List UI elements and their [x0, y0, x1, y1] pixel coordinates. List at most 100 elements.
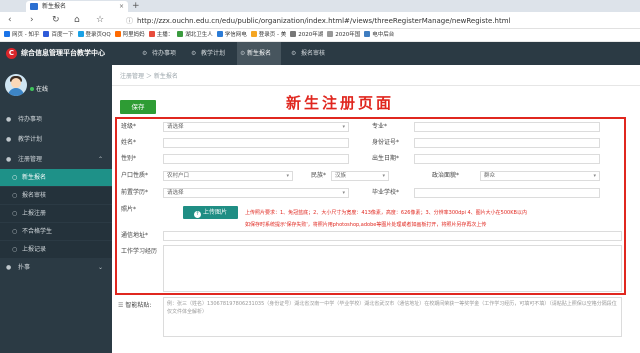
bookmark-item[interactable]: 网页 - 知乎 — [4, 29, 39, 41]
id-number-field[interactable] — [414, 138, 600, 148]
reload-icon[interactable]: ↻ — [52, 15, 60, 26]
sidebar-item-misc[interactable]: ● 扑事 ⌄ — [0, 259, 112, 276]
close-tab-icon[interactable]: × — [119, 1, 124, 12]
upload-image-button[interactable]: ↑ 上传图片 — [183, 206, 238, 219]
hukou-label: 户口性质* — [121, 172, 149, 179]
sidebar-item-submit-registration[interactable]: ○ 上报注册 — [0, 205, 112, 222]
major-field[interactable] — [414, 122, 600, 132]
circle-icon: ○ — [12, 192, 18, 199]
nav-tab-teaching-plan[interactable]: ⚙ 教学计划 — [191, 42, 225, 65]
photo-save-tip: 如保存时系统提示'保存失败'，将照片用photoshop,adobe等图片处理或… — [245, 222, 487, 228]
chevron-down-icon: ▾ — [382, 173, 385, 179]
avatar[interactable] — [5, 74, 27, 96]
nav-tab-label: 待办事项 — [152, 50, 177, 57]
bookmark-item[interactable]: 登录页 - 美 — [250, 29, 286, 41]
gear-icon: ⚙ — [142, 50, 148, 57]
page-annotation: 新生注册页面 — [286, 94, 395, 112]
birth-date-label: 出生日期* — [372, 155, 400, 162]
bookmark-item[interactable]: 2020年国 — [327, 29, 360, 41]
ethnic-label: 民族* — [311, 172, 327, 179]
sidebar-item-unqualified[interactable]: ○ 不合格学生 — [0, 223, 112, 240]
sidebar-item-submit-records[interactable]: ○ 上报记录 — [0, 241, 112, 258]
bookmark-favicon-icon — [290, 31, 297, 37]
hukou-select[interactable]: 农村户口 ▾ — [163, 171, 293, 181]
chevron-up-icon: ⌃ — [97, 156, 103, 163]
gear-icon: ⚙ — [291, 50, 297, 57]
sidebar-item-new-enrollment[interactable]: ○ 新生报名 — [0, 169, 112, 186]
info-icon: ⓘ — [126, 17, 133, 25]
chevron-down-icon: ⌄ — [97, 264, 103, 271]
photo-requirements-note: 上传照片要求：1、免冠蓝底；2、大小尺寸为宽度：413像素，高度：626像素；3… — [245, 210, 527, 216]
bookmark-favicon-icon — [327, 31, 334, 37]
url-path: /edu/public/organization/index.html#/vie… — [219, 17, 511, 25]
save-button[interactable]: 保存 — [120, 100, 156, 114]
bookmark-favicon-icon — [216, 31, 223, 37]
bullet-icon: ● — [6, 116, 12, 123]
sidebar-item-enrollment-review[interactable]: ○ 报名审核 — [0, 187, 112, 204]
experience-label: 工作学习经历 — [121, 248, 158, 255]
ethnic-select[interactable]: 汉族 ▾ — [331, 171, 389, 181]
bookmark-item[interactable]: 百度一下 — [43, 29, 74, 41]
name-label: 姓名* — [121, 139, 137, 146]
forward-icon[interactable]: › — [30, 15, 34, 26]
sidebar-item-todo[interactable]: ● 待办事项 — [0, 111, 112, 128]
bookmark-favicon-icon — [148, 31, 155, 37]
sidebar-item-label: 上报记录 — [22, 246, 47, 253]
bookmark-item[interactable]: 学信网电 — [216, 29, 247, 41]
experience-textarea[interactable] — [163, 245, 622, 292]
bookmark-favicon-icon — [4, 31, 10, 37]
smart-paste-label: ☰ 智能粘贴: — [118, 302, 152, 309]
bookmark-item[interactable]: 2020年湖 — [290, 29, 323, 41]
chevron-down-icon: ▾ — [286, 173, 289, 179]
sidebar: 在线 ● 待办事项 ● 教学计划 ● 注册管理 ⌃ ○ 新生报名 ○ 报名审核 … — [0, 65, 112, 353]
nav-tab-enrollment-review[interactable]: ⚙ 报名审核 — [291, 42, 325, 65]
browser-tab[interactable]: 新生报名 × — [26, 1, 128, 12]
bookmark-favicon-icon — [177, 31, 184, 37]
birth-date-field[interactable] — [414, 154, 600, 164]
prior-education-label: 前置学历* — [121, 189, 149, 196]
sidebar-item-teaching-plan[interactable]: ● 教学计划 — [0, 131, 112, 148]
smart-paste-icon: ☰ — [118, 302, 124, 309]
bookmarks-bar: 网页 - 知乎 百度一下 登录页QQ 阿里妈妈 主播： 湖北卫生人 学信网电 登录页 - 美 2… — [0, 29, 640, 42]
divider — [112, 85, 640, 86]
circle-icon: ○ — [12, 246, 18, 253]
class-select[interactable]: 请选择 ▾ — [163, 122, 349, 132]
bookmark-item[interactable]: 阿里妈妈 — [114, 29, 145, 41]
sidebar-item-label: 教学计划 — [18, 136, 43, 143]
gender-field[interactable] — [163, 154, 349, 164]
app-logo-icon: C — [6, 48, 17, 59]
bullet-icon: ● — [6, 264, 12, 271]
nav-tab-todo[interactable]: ⚙ 待办事项 — [142, 42, 176, 65]
browser-tab-bar: 新生报名 × + — [0, 0, 640, 12]
chevron-down-icon: ▾ — [342, 124, 345, 130]
bookmark-favicon-icon — [43, 31, 50, 37]
political-status-select[interactable]: 群众 ▾ — [480, 171, 600, 181]
bullet-icon: ● — [6, 136, 12, 143]
smart-paste-textarea[interactable]: 例：张三（姓名）130678197806231035（身份证号）湖北省汉南一中学… — [163, 297, 622, 337]
political-status-label: 政治面貌* — [432, 172, 460, 179]
bookmark-favicon-icon — [77, 31, 84, 37]
circle-icon: ○ — [12, 228, 18, 235]
nav-tab-new-enrollment[interactable]: ⚙ 新生报名 — [237, 42, 282, 65]
online-dot-icon — [30, 87, 34, 91]
back-icon[interactable]: ‹ — [8, 15, 12, 26]
browser-tab-title: 新生报名 — [42, 3, 67, 10]
gear-icon: ⚙ — [240, 50, 246, 57]
sidebar-item-label: 不合格学生 — [22, 228, 53, 235]
sidebar-item-registration[interactable]: ● 注册管理 ⌃ — [0, 151, 112, 168]
address-field[interactable] — [163, 231, 622, 241]
bookmark-favicon-icon — [364, 31, 371, 37]
new-tab-button[interactable]: + — [132, 0, 140, 12]
name-field[interactable] — [163, 138, 349, 148]
star-icon[interactable]: ☆ — [96, 15, 104, 26]
bookmark-item[interactable]: 湖北卫生人 — [177, 29, 213, 41]
address-bar[interactable]: ⓘ http://zzx.ouchn.edu.cn/edu/public/orga… — [126, 15, 616, 27]
app-title: 综合信息管理平台教学中心 — [21, 49, 105, 57]
bookmark-item[interactable]: 登录页QQ — [77, 29, 111, 41]
bookmark-item[interactable]: 主播： — [148, 29, 173, 41]
app-brand: C 综合信息管理平台教学中心 — [4, 46, 138, 61]
bookmark-item[interactable]: 电中后台 — [364, 29, 394, 41]
prior-education-select[interactable]: 请选择 ▾ — [163, 188, 349, 198]
graduate-school-field[interactable] — [414, 188, 600, 198]
home-icon[interactable]: ⌂ — [74, 15, 80, 26]
